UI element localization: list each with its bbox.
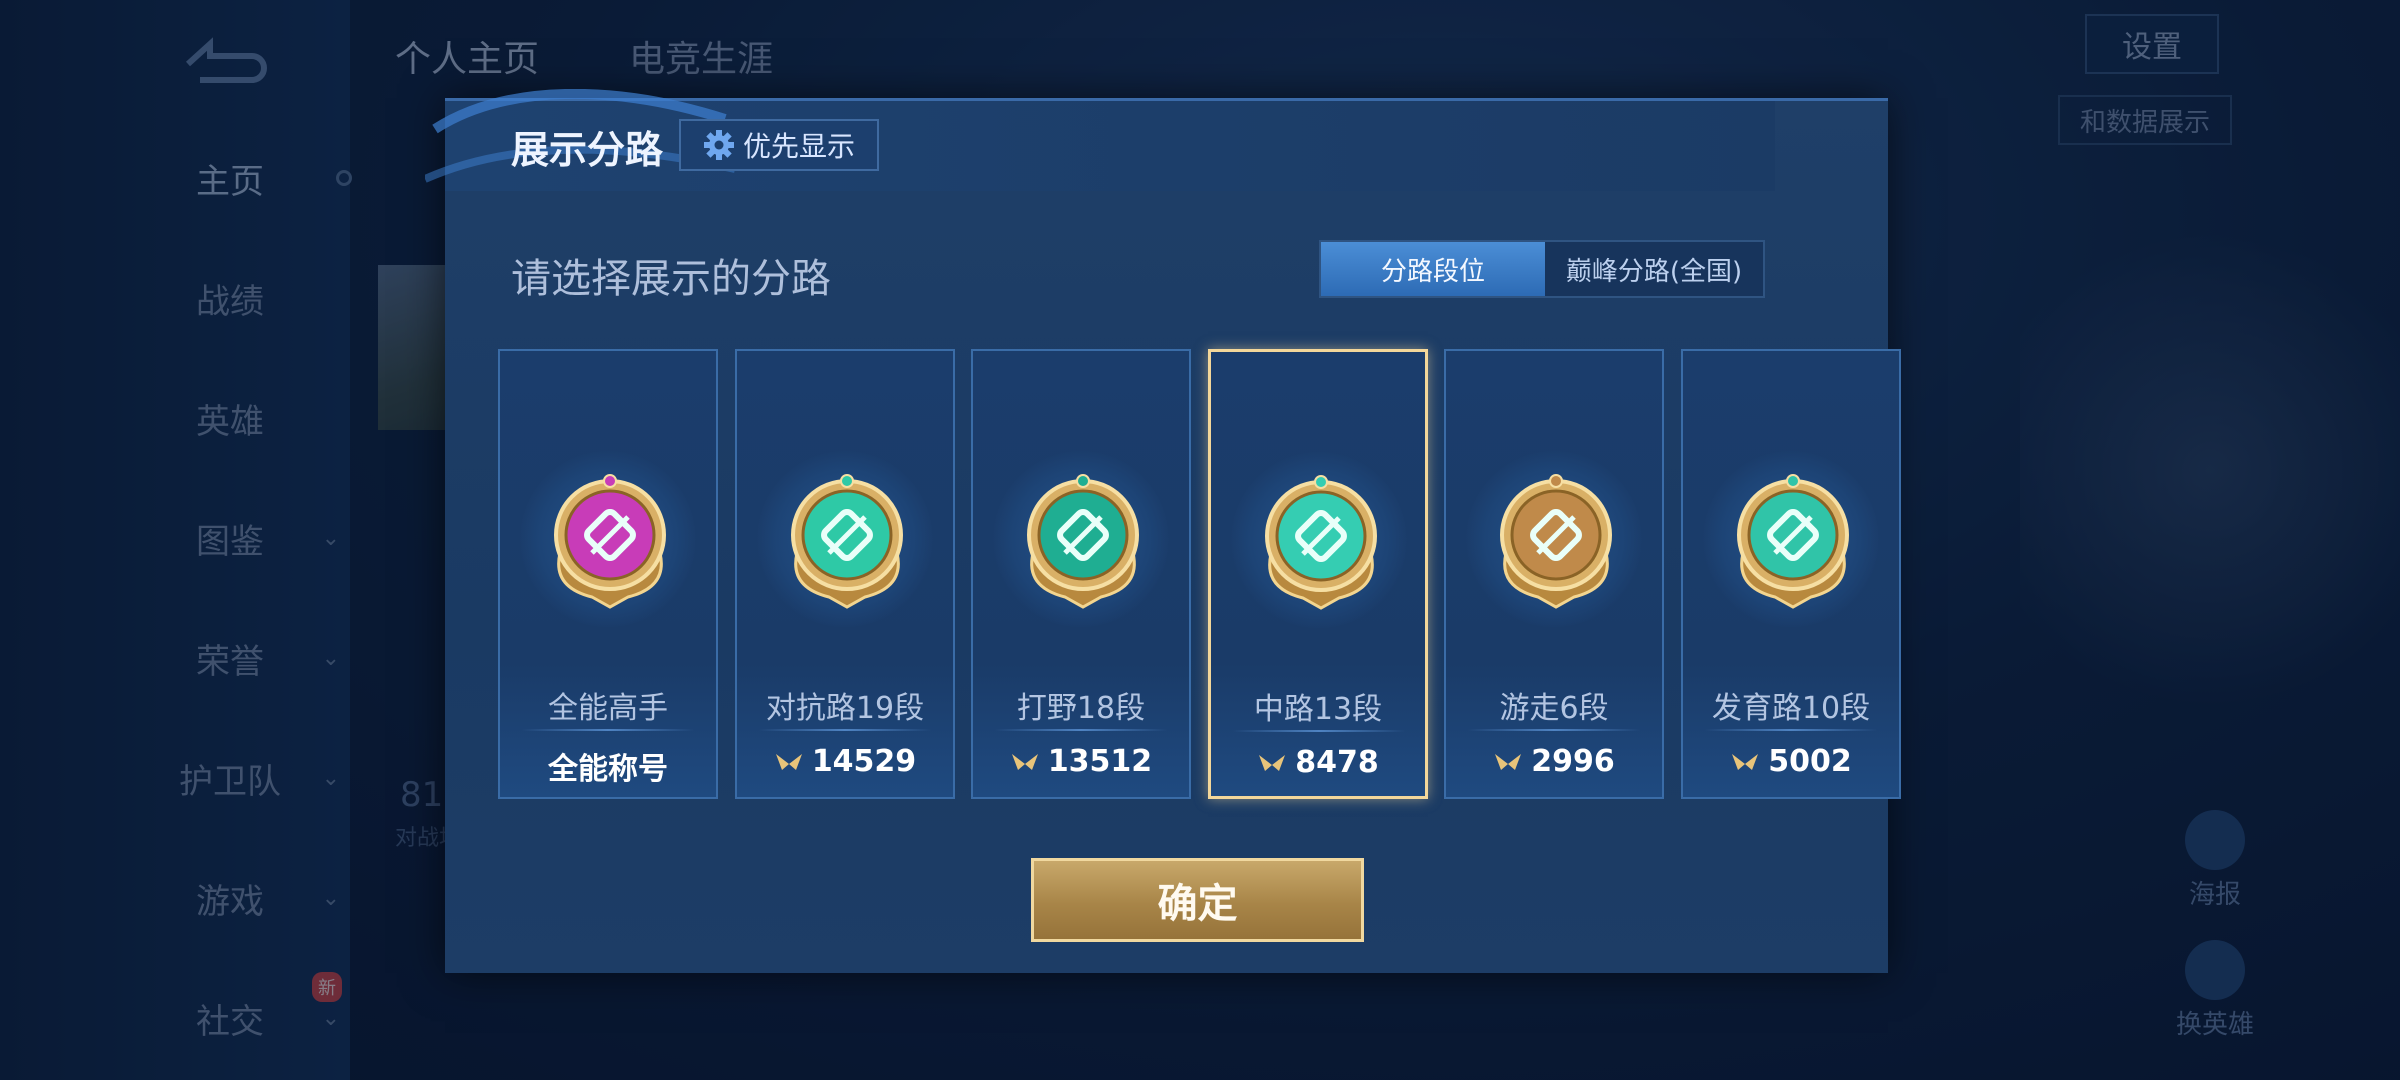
lane-value-text: 全能称号 <box>548 752 668 787</box>
toggle-peak-lane[interactable]: 巅峰分路(全国) <box>1545 242 1763 296</box>
farm-lane-badge-icon <box>1737 474 1849 609</box>
lane-card[interactable]: 打野18段 13512 <box>971 349 1191 799</box>
peak-points-icon <box>1259 754 1286 771</box>
priority-display-button[interactable]: 优先显示 <box>679 119 879 171</box>
lane-value: 8478 <box>1211 745 1425 780</box>
card-divider <box>1468 729 1640 731</box>
gear-icon <box>703 130 734 160</box>
lane-value-text: 5002 <box>1768 744 1852 779</box>
lane-display-dialog: 展示分路 优先显示 请选择展示的分路 分路段位 巅峰分路(全国) 全能高手全能称… <box>425 89 1901 973</box>
roam-badge-icon <box>1500 474 1612 609</box>
lane-value-text: 13512 <box>1047 744 1153 779</box>
allround-badge-icon <box>554 474 666 609</box>
lane-card[interactable]: 对抗路19段 14529 <box>735 349 955 799</box>
peak-points-icon <box>775 753 802 770</box>
lane-rank-label: 中路13段 <box>1253 692 1383 727</box>
lane-rank-label: 游走6段 <box>1499 691 1609 726</box>
lane-value-text: 14529 <box>811 744 917 779</box>
lane-card-list: 全能高手 全能称号 对抗路19段 14529 打野18段 13512 中路13段 8478 游走… <box>498 349 1902 801</box>
lane-rank-label: 打野18段 <box>1016 691 1146 726</box>
peak-points-icon <box>1495 753 1522 770</box>
priority-display-label: 优先显示 <box>742 130 855 163</box>
lane-value: 5002 <box>1683 744 1899 779</box>
card-divider <box>1233 730 1405 732</box>
lane-card[interactable]: 发育路10段 5002 <box>1681 349 1901 799</box>
lane-card[interactable]: 中路13段 8478 <box>1208 349 1428 799</box>
confirm-button[interactable]: 确定 <box>1031 858 1364 942</box>
peak-points-icon <box>1011 753 1038 770</box>
mid-lane-badge-icon <box>1265 475 1377 610</box>
jungle-badge-icon <box>1027 474 1139 609</box>
lane-rank-label: 全能高手 <box>548 691 668 726</box>
lane-value: 14529 <box>737 744 953 779</box>
peak-points-icon <box>1732 753 1759 770</box>
lane-card[interactable]: 全能高手 全能称号 <box>498 349 718 799</box>
dialog-subtitle: 请选择展示的分路 <box>511 256 831 302</box>
confirm-label: 确定 <box>1157 881 1238 927</box>
card-divider <box>759 729 931 731</box>
card-divider <box>522 729 694 731</box>
dialog-title: 展示分路 <box>511 128 664 172</box>
toggle-lane-rank[interactable]: 分路段位 <box>1321 242 1545 296</box>
lane-value-text: 2996 <box>1531 744 1615 779</box>
card-divider <box>995 729 1167 731</box>
lane-card[interactable]: 游走6段 2996 <box>1444 349 1664 799</box>
lane-value: 13512 <box>973 744 1189 779</box>
lane-value: 2996 <box>1446 744 1662 779</box>
lane-rank-label: 对抗路19段 <box>765 691 925 726</box>
clash-lane-badge-icon <box>791 474 903 609</box>
lane-value-text: 8478 <box>1295 745 1379 780</box>
lane-mode-toggle: 分路段位 巅峰分路(全国) <box>1319 240 1765 298</box>
lane-value: 全能称号 <box>500 744 716 788</box>
lane-rank-label: 发育路10段 <box>1711 691 1871 726</box>
card-divider <box>1705 729 1877 731</box>
